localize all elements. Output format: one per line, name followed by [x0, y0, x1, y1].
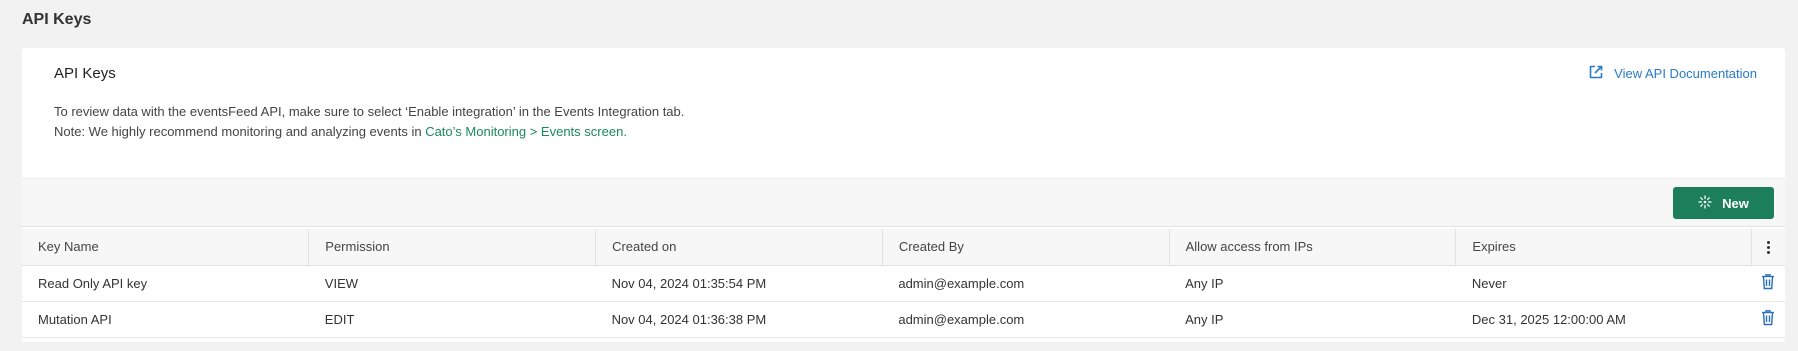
column-header-key-name[interactable]: Key Name	[22, 229, 310, 266]
row-action-cell	[1751, 301, 1785, 338]
column-header-expires[interactable]: Expires	[1455, 229, 1753, 266]
view-api-documentation-label: View API Documentation	[1614, 66, 1757, 81]
api-keys-table: Key Name Permission Created on Created B…	[22, 229, 1785, 338]
description-note-text: Note: We highly recommend monitoring and…	[54, 124, 426, 139]
external-link-icon	[1588, 64, 1604, 83]
permission-cell: EDIT	[308, 301, 596, 338]
kebab-menu-icon[interactable]	[1767, 241, 1771, 255]
allow-access-cell: Any IP	[1169, 301, 1456, 338]
row-action-cell	[1751, 265, 1785, 302]
description: To review data with the eventsFeed API, …	[54, 102, 684, 142]
sparkle-icon	[1698, 194, 1712, 212]
created-on-cell: Nov 04, 2024 01:36:38 PM	[595, 301, 883, 338]
page-title: API Keys	[22, 11, 92, 28]
table-row[interactable]: Read Only API key VIEW Nov 04, 2024 01:3…	[22, 265, 1785, 302]
api-keys-card: API Keys View API Documentation To revie…	[22, 48, 1785, 342]
trash-icon[interactable]	[1761, 309, 1775, 329]
allow-access-cell: Any IP	[1169, 265, 1456, 302]
expires-cell: Never	[1455, 265, 1752, 302]
created-by-cell: admin@example.com	[882, 265, 1170, 302]
new-api-key-button[interactable]: New	[1673, 187, 1774, 219]
trash-icon[interactable]	[1761, 273, 1775, 293]
column-header-created-by[interactable]: Created By	[882, 229, 1170, 266]
table-toolbar: New	[22, 178, 1785, 227]
column-header-permission[interactable]: Permission	[308, 229, 597, 266]
key-name-cell: Mutation API	[22, 301, 309, 338]
key-name-cell: Read Only API key	[22, 265, 309, 302]
expires-cell: Dec 31, 2025 12:00:00 AM	[1455, 301, 1752, 338]
description-period: .	[623, 124, 627, 139]
created-on-cell: Nov 04, 2024 01:35:54 PM	[595, 265, 883, 302]
view-api-documentation-link[interactable]: View API Documentation	[1588, 64, 1757, 83]
table-row[interactable]: Mutation API EDIT Nov 04, 2024 01:36:38 …	[22, 301, 1785, 338]
new-button-label: New	[1722, 195, 1749, 211]
column-header-allow-access[interactable]: Allow access from IPs	[1169, 229, 1457, 266]
created-by-cell: admin@example.com	[882, 301, 1170, 338]
card-title: API Keys	[54, 65, 116, 82]
monitoring-events-link[interactable]: Cato’s Monitoring > Events screen	[425, 124, 623, 139]
description-line-1: To review data with the eventsFeed API, …	[54, 104, 685, 119]
column-menu-cell	[1751, 229, 1785, 266]
column-header-created-on[interactable]: Created on	[595, 229, 883, 266]
description-line-2: Note: We highly recommend monitoring and…	[54, 122, 684, 142]
permission-cell: VIEW	[308, 265, 596, 302]
table-header-row: Key Name Permission Created on Created B…	[22, 229, 1785, 266]
